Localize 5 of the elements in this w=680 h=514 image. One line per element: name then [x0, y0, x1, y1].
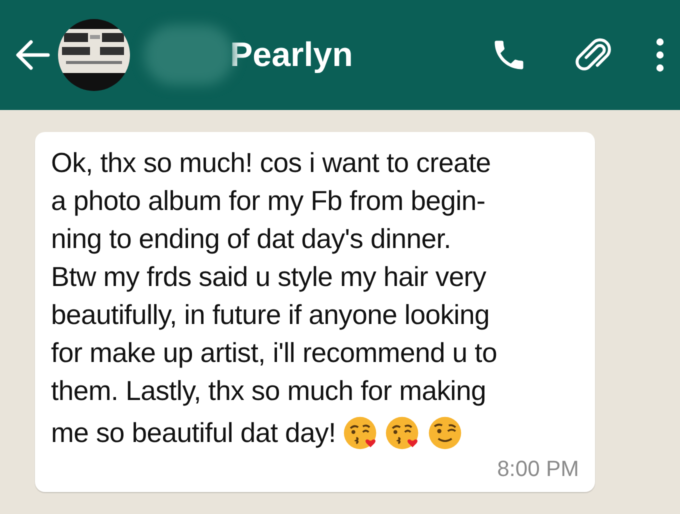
message-text: me so beautiful dat day!: [51, 416, 336, 450]
back-arrow-icon[interactable]: [14, 39, 50, 71]
contact-name[interactable]: Pearlyn: [230, 36, 353, 74]
menu-icon[interactable]: [656, 37, 664, 73]
message-time: 8:00 PM: [496, 456, 579, 482]
